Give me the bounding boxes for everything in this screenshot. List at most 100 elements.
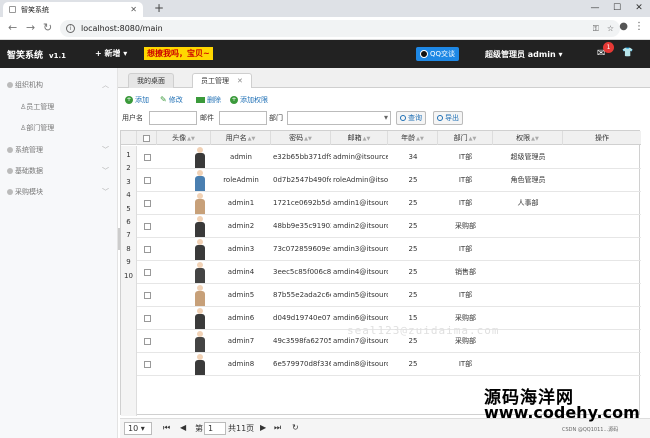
qq-chat-label: QQ交谈 [430, 50, 456, 58]
watermark-text: seal123@zuidaima.com [347, 324, 500, 337]
maximize-icon[interactable]: ☐ [606, 0, 628, 17]
row-checkbox[interactable] [143, 222, 151, 230]
table-row[interactable]: admin4 3eec5c85f006c8amdin4@itsource 25 销售部 [137, 261, 641, 284]
row-checkbox[interactable] [143, 314, 151, 322]
first-page-icon[interactable]: ⏮ [163, 423, 170, 433]
sidebar-group-system[interactable]: 系统管理 [7, 145, 43, 155]
page-size-select[interactable]: 10 ▾ [124, 422, 152, 435]
query-button[interactable]: 查询 [396, 111, 426, 125]
row-number: 6 [126, 218, 131, 226]
new-tab-icon[interactable]: + [154, 1, 164, 15]
tab-desktop[interactable]: 我的桌面 [128, 73, 174, 88]
browser-menu-icon[interactable]: ⋮ [634, 21, 644, 32]
url-field[interactable]: i localhost:8080/main ⚿ ☆ [60, 20, 620, 37]
col-header-label: 操作 [595, 134, 609, 142]
row-checkbox[interactable] [143, 153, 151, 161]
cell-perm: 人事部 [517, 199, 539, 207]
col-header-age[interactable]: 年龄▲▼ [388, 131, 438, 145]
cell-password: 0d7b2547b490fe [273, 176, 331, 184]
delete-button[interactable]: 删除 [196, 95, 221, 105]
chevron-down-icon[interactable]: ﹀ [102, 166, 109, 176]
row-checkbox[interactable] [143, 245, 151, 253]
refresh-icon[interactable]: ↻ [292, 423, 299, 432]
avatar [194, 147, 206, 168]
cell-email: amdin3@itsource [333, 245, 388, 253]
row-checkbox[interactable] [143, 360, 151, 368]
select-all-checkbox[interactable] [143, 134, 150, 142]
user-menu[interactable]: 超级管理员 admin ▾ [485, 49, 563, 60]
chevron-down-icon[interactable]: ﹀ [102, 145, 109, 155]
table-row[interactable]: roleAdmin 0d7b2547b490feroleAdmin@itsourc… [137, 169, 641, 192]
add-permission-button[interactable]: + 添加权限 [230, 95, 268, 105]
table-row[interactable]: admin e32b65bb371df9 admin@itsource 34 IT部 超级… [137, 146, 641, 169]
table-row[interactable]: admin1 1721ce0692b5deamdin1@itsource 25 IT部… [137, 192, 641, 215]
col-header-email[interactable]: 邮箱▲▼ [331, 131, 388, 145]
profile-icon[interactable]: ● [619, 21, 628, 32]
row-checkbox[interactable] [143, 268, 151, 276]
col-header-avatar[interactable]: 头像▲▼ [157, 131, 211, 145]
table-row[interactable]: admin5 87b55e2ada2c6camdin5@itsource 25 IT部 [137, 284, 641, 307]
col-header-password[interactable]: 密码▲▼ [271, 131, 331, 145]
col-header-label: 邮箱 [347, 134, 362, 142]
export-label: 导出 [445, 114, 459, 122]
table-row[interactable]: admin3 73c072859609e7amdin3@itsource 25 IT部 [137, 238, 641, 261]
current-page-input[interactable]: 1 [204, 422, 226, 435]
forward-icon[interactable]: → [26, 21, 35, 35]
row-number: 5 [126, 204, 131, 213]
col-header-username[interactable]: 用户名▲▼ [211, 131, 271, 145]
col-header-permission[interactable]: 权限▲▼ [493, 131, 563, 145]
sidebar: 组织机构 ︿ ♙员工管理 ♙部门管理 系统管理 ﹀ 基础数据 ﹀ 采购模块 ﹀ [0, 68, 118, 438]
edit-button[interactable]: ✎ 修改 [160, 95, 183, 105]
tab-employee[interactable]: 员工管理 ✕ [192, 73, 252, 88]
table-row[interactable]: admin2 48bb9e35c91902amdin2@itsource 25 采购部 [137, 215, 641, 238]
row-checkbox[interactable] [143, 176, 151, 184]
username-input[interactable] [149, 111, 197, 125]
row-checkbox-cell [137, 261, 157, 284]
chevron-down-icon[interactable]: ﹀ [102, 187, 109, 197]
dept-label: 部门 [269, 114, 283, 122]
cell-dept: 销售部 [455, 268, 476, 276]
row-checkbox[interactable] [143, 337, 151, 345]
prev-page-icon[interactable]: ◀ [180, 423, 186, 432]
add-button[interactable]: + 添加 [125, 95, 149, 105]
cell-username: admin [230, 153, 252, 161]
minimize-icon[interactable]: — [584, 0, 606, 17]
sidebar-item-employee[interactable]: ♙员工管理 [20, 102, 54, 112]
chevron-up-icon[interactable]: ︿ [102, 80, 109, 90]
last-page-icon[interactable]: ⏭ [274, 423, 281, 433]
new-menu-button[interactable]: + 新增 ▾ [95, 48, 127, 59]
sidebar-item-dept[interactable]: ♙部门管理 [20, 123, 54, 133]
reload-icon[interactable]: ↻ [43, 21, 52, 35]
theme-icon[interactable]: 👕 [622, 48, 633, 58]
qq-chat-button[interactable]: QQ交谈 [416, 47, 460, 61]
close-tab-icon[interactable]: ✕ [237, 77, 243, 85]
cell-age: 25 [408, 360, 418, 368]
avatar-body [195, 268, 205, 283]
key-icon[interactable]: ⚿ [593, 24, 599, 34]
cell-username: admin5 [227, 291, 255, 299]
table-row[interactable]: admin8 6e579970d8f336amdin8@itsource 25 IT部 [137, 353, 641, 376]
close-tab-icon[interactable]: ✕ [130, 5, 137, 14]
sidebar-group-org[interactable]: 组织机构 [7, 80, 43, 90]
row-checkbox[interactable] [143, 199, 151, 207]
avatar-body [195, 291, 205, 306]
email-input[interactable] [219, 111, 267, 125]
sidebar-group-base[interactable]: 基础数据 [7, 166, 43, 176]
plus-icon: + [125, 96, 133, 104]
back-icon[interactable]: ← [8, 21, 17, 35]
export-button[interactable]: 导出 [433, 111, 463, 125]
row-number: 7 [126, 231, 131, 240]
col-header-label: 头像 [172, 134, 187, 142]
avatar-body [195, 153, 205, 168]
next-page-icon[interactable]: ▶ [260, 423, 266, 432]
avatar [194, 170, 206, 191]
col-header-dept[interactable]: 部门▲▼ [438, 131, 493, 145]
col-header-label: 密码 [289, 134, 304, 142]
info-icon[interactable]: i [66, 24, 75, 33]
sidebar-group-purchase[interactable]: 采购模块 [7, 187, 43, 197]
dept-select[interactable] [287, 111, 391, 125]
browser-tab[interactable]: 智笑系统 ✕ [3, 2, 143, 17]
row-checkbox[interactable] [143, 291, 151, 299]
star-icon[interactable]: ☆ [607, 24, 614, 33]
close-window-icon[interactable]: ✕ [628, 0, 650, 17]
